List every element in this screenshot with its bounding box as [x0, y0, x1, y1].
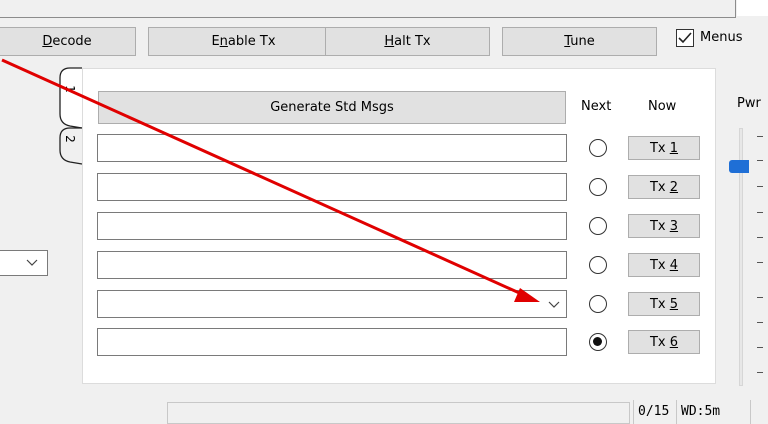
tx4-label: Tx 4: [649, 257, 679, 273]
tx4-button[interactable]: Tx 4: [628, 253, 700, 277]
status-separator: [676, 400, 677, 424]
halt-tx-label: Halt Tx: [384, 34, 431, 49]
slider-tick: [757, 136, 763, 137]
slider-tick: [757, 297, 763, 298]
radio-selected-dot: [593, 337, 602, 346]
tab-2[interactable]: 2: [62, 130, 80, 150]
checkmark-icon: [678, 32, 692, 44]
tx1-label: Tx 1: [649, 140, 679, 156]
top-divider: [735, 0, 736, 18]
next-radio-4[interactable]: [589, 256, 607, 274]
next-radio-1[interactable]: [589, 139, 607, 157]
tx2-message-field[interactable]: [97, 173, 567, 201]
tx6-button[interactable]: Tx 6: [628, 330, 700, 354]
top-right-field[interactable]: [737, 0, 768, 16]
tx2-label: Tx 2: [649, 179, 679, 195]
slider-tick: [757, 160, 763, 161]
slider-tick: [757, 212, 763, 213]
next-radio-2[interactable]: [589, 178, 607, 196]
tx3-message-field[interactable]: [97, 212, 567, 240]
chevron-down-icon: [548, 301, 560, 308]
tx3-button[interactable]: Tx 3: [628, 214, 700, 238]
tab-2-label: 2: [63, 135, 77, 143]
enable-tx-button[interactable]: Enable Tx: [148, 27, 339, 56]
wd-timer: WD:5m: [681, 404, 721, 419]
next-header: Next: [581, 99, 612, 114]
status-separator: [750, 400, 751, 424]
tune-button[interactable]: Tune: [502, 27, 657, 56]
next-radio-5[interactable]: [589, 295, 607, 313]
tx5-message-combo[interactable]: [97, 290, 567, 318]
menus-label: Menus: [700, 30, 743, 45]
tx1-button[interactable]: Tx 1: [628, 136, 700, 160]
enable-tx-label: Enable Tx: [211, 34, 276, 49]
power-slider-thumb[interactable]: [729, 160, 749, 173]
status-progress-bar: [167, 402, 630, 424]
tab-1-label: 1: [63, 85, 77, 93]
next-radio-3[interactable]: [589, 217, 607, 235]
left-combo[interactable]: [0, 250, 48, 276]
decode-label: Decode: [42, 34, 92, 49]
message-count: 0/15: [638, 404, 670, 419]
tx2-button[interactable]: Tx 2: [628, 175, 700, 199]
generate-std-msgs-button[interactable]: Generate Std Msgs: [98, 91, 566, 124]
tune-label: Tune: [564, 34, 595, 49]
now-header: Now: [648, 99, 677, 114]
slider-tick: [757, 347, 763, 348]
tx6-message-field[interactable]: [97, 328, 567, 356]
generate-label: Generate Std Msgs: [270, 100, 394, 115]
decode-button[interactable]: Decode: [0, 27, 136, 56]
status-separator: [633, 400, 634, 424]
power-label: Pwr: [737, 96, 761, 111]
tx6-label: Tx 6: [649, 334, 679, 350]
slider-tick: [757, 372, 763, 373]
halt-tx-button[interactable]: Halt Tx: [325, 27, 490, 56]
slider-tick: [757, 186, 763, 187]
tx5-label: Tx 5: [649, 296, 679, 312]
tx1-message-field[interactable]: [97, 134, 567, 162]
chevron-down-icon: [26, 259, 38, 266]
slider-tick: [757, 322, 763, 323]
menus-checkbox[interactable]: [676, 29, 694, 47]
tab-1[interactable]: 1: [62, 80, 80, 100]
tx5-button[interactable]: Tx 5: [628, 292, 700, 316]
slider-tick: [757, 237, 763, 238]
top-panel-edge: [0, 0, 735, 18]
tx4-message-field[interactable]: [97, 251, 567, 279]
slider-tick: [757, 262, 763, 263]
next-radio-6[interactable]: [589, 333, 607, 351]
tx3-label: Tx 3: [649, 218, 679, 234]
